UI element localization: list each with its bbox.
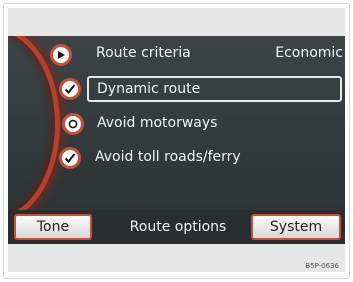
menu-item-route-criteria[interactable]: Route criteria Economic xyxy=(78,41,343,67)
tab-label: Route options xyxy=(129,219,227,235)
tab-label: System xyxy=(269,219,323,235)
figure-code: B5P-0636 xyxy=(305,262,339,270)
unchecked-circle-icon xyxy=(62,113,84,135)
menu-item-avoid-toll-roads-ferry[interactable]: Avoid toll roads/ferry xyxy=(87,145,342,171)
checked-circle-icon xyxy=(59,147,81,169)
bottom-bar: B5P-0636 xyxy=(8,244,345,272)
play-icon xyxy=(50,44,72,66)
tab-bar: Tone Route options System xyxy=(8,210,345,244)
tab-label: Tone xyxy=(36,219,70,235)
menu-item-dynamic-route[interactable]: Dynamic route xyxy=(87,76,342,102)
menu-item-label: Route criteria xyxy=(96,45,191,61)
route-criteria-value: Economic xyxy=(275,45,343,61)
menu-item-label: Avoid toll roads/ferry xyxy=(95,149,241,165)
top-bar xyxy=(8,8,345,36)
menu-item-label: Avoid motorways xyxy=(97,115,218,131)
tab-route-options[interactable]: Route options xyxy=(118,214,238,240)
menu-item-avoid-motorways[interactable]: Avoid motorways xyxy=(87,111,342,137)
menu-item-label: Dynamic route xyxy=(97,81,201,97)
tab-tone[interactable]: Tone xyxy=(14,214,92,240)
tab-system[interactable]: System xyxy=(251,214,341,240)
checked-circle-icon xyxy=(59,78,81,100)
menu-screen: Route criteria Economic Dynamic route Av… xyxy=(8,36,345,210)
